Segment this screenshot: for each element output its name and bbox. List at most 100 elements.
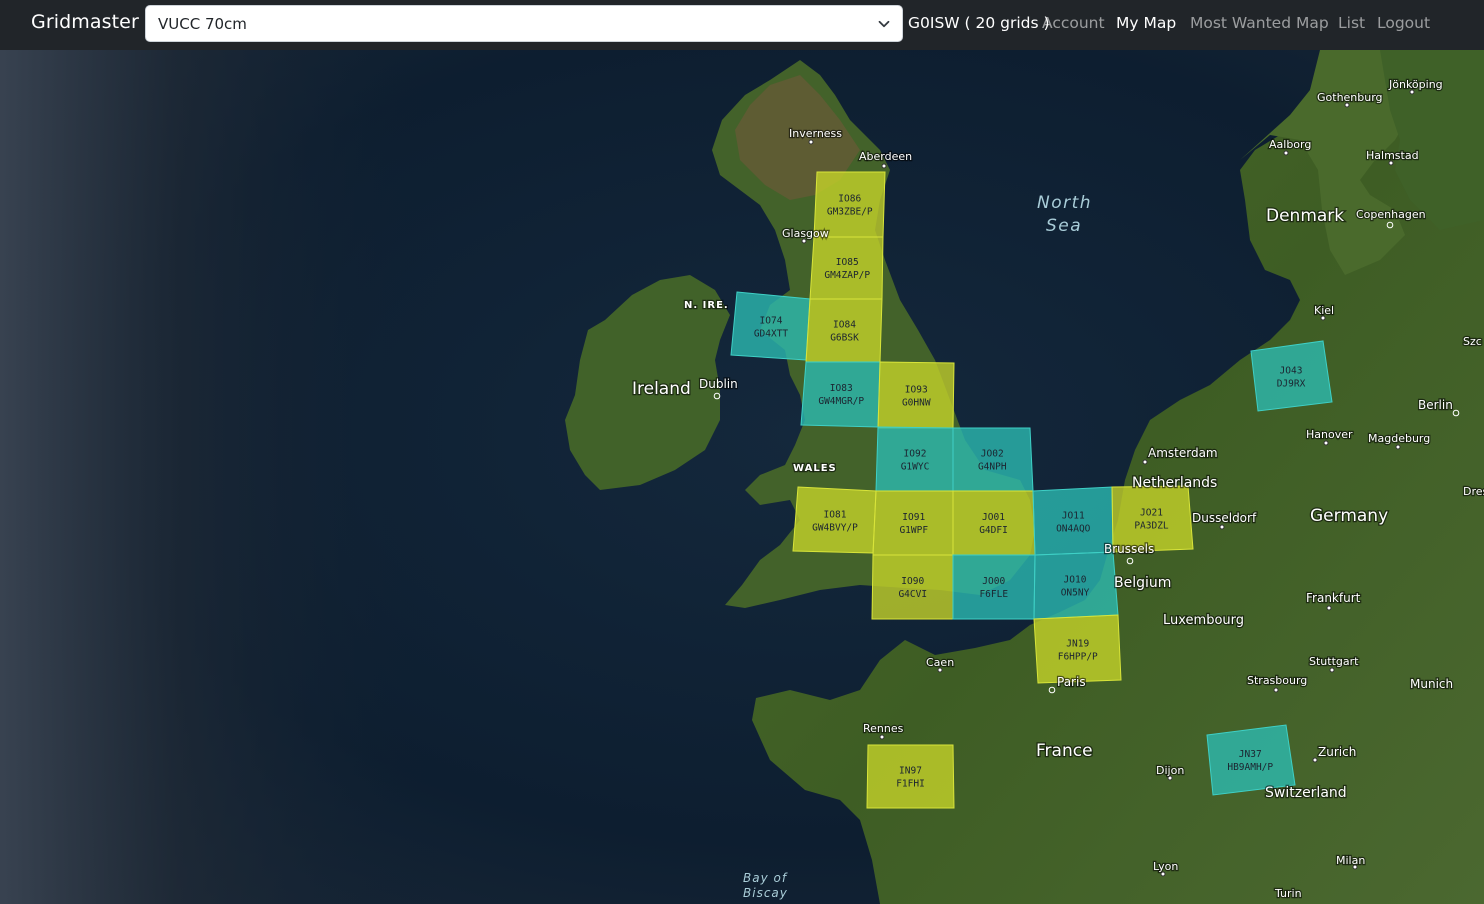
label-dijon: Dijon bbox=[1156, 764, 1184, 777]
label-strasbourg: Strasbourg bbox=[1247, 674, 1307, 687]
map-canvas[interactable]: IO86 GM3ZBE/P IO85 GM4ZAP/P IO74 GD4XTT IO84 G6… bbox=[0, 50, 1484, 904]
label-switzerland: Switzerland bbox=[1265, 785, 1347, 801]
grid-locator-label: JO00 bbox=[982, 576, 1005, 587]
grid-square-fill bbox=[866, 744, 955, 809]
label-lyon: Lyon bbox=[1153, 860, 1178, 873]
nav-link-list[interactable]: List bbox=[1338, 14, 1365, 32]
nav-link-my-map[interactable]: My Map bbox=[1116, 14, 1176, 32]
grid-square-jo10[interactable]: JO10 ON5NY bbox=[1033, 551, 1119, 620]
grid-callsign-label: ON5NY bbox=[1061, 587, 1090, 598]
grid-callsign-label: DJ9RX bbox=[1277, 378, 1306, 389]
grid-locator-label: JO11 bbox=[1062, 510, 1085, 521]
grid-callsign-label: F6FLE bbox=[979, 589, 1008, 600]
grid-square-fill bbox=[1033, 551, 1119, 620]
label-luxembourg: Luxembourg bbox=[1163, 613, 1244, 628]
grid-locator-label: IO92 bbox=[904, 448, 927, 459]
grid-square-in97[interactable]: IN97 F1FHI bbox=[866, 744, 955, 809]
grid-callsign-label: GW4BVY/P bbox=[812, 523, 858, 534]
label-frankfurt: Frankfurt bbox=[1306, 591, 1361, 605]
label-milan: Milan bbox=[1336, 854, 1365, 867]
grid-square-io83[interactable]: IO83 GW4MGR/P bbox=[800, 361, 881, 428]
label-szc: Szc bbox=[1463, 335, 1482, 348]
label-copenhagen: Copenhagen bbox=[1356, 208, 1426, 221]
grid-square-fill bbox=[952, 427, 1034, 492]
grid-callsign-label: G4NPH bbox=[978, 462, 1007, 473]
label-ireland: Ireland bbox=[632, 379, 691, 399]
grid-square-jo43[interactable]: JO43 DJ9RX bbox=[1250, 340, 1333, 412]
grid-callsign-label: PA3DZL bbox=[1134, 521, 1169, 532]
grid-callsign-label: G6BSK bbox=[830, 333, 859, 344]
grid-callsign-label: F6HPP/P bbox=[1058, 651, 1098, 662]
grid-locator-label: IO74 bbox=[760, 316, 783, 327]
grid-locator-label: JN19 bbox=[1066, 638, 1089, 649]
grid-square-jo11[interactable]: JO11 ON4AQO bbox=[1032, 486, 1114, 556]
grid-locator-label: IO86 bbox=[838, 194, 861, 205]
grid-callsign-label: G1WPF bbox=[899, 525, 928, 536]
grid-callsign-label: GM4ZAP/P bbox=[824, 270, 870, 281]
grid-square-jn19[interactable]: JN19 F6HPP/P bbox=[1033, 614, 1122, 684]
label-halmstad: Halmstad bbox=[1366, 149, 1419, 162]
grid-locator-label: IO83 bbox=[830, 383, 853, 394]
grid-square-fill bbox=[952, 554, 1036, 620]
grid-callsign-label: F1FHI bbox=[896, 779, 925, 790]
grid-square-jo01[interactable]: JO01 G4DFI bbox=[952, 490, 1036, 556]
label-glasgow: Glasgow bbox=[782, 227, 829, 240]
grid-locator-label: JN37 bbox=[1239, 749, 1262, 760]
label-jonkoping: Jönköping bbox=[1388, 78, 1443, 91]
label-bay-of: Bay of bbox=[743, 871, 788, 885]
grid-callsign-label: G4CVI bbox=[898, 589, 927, 600]
grid-locator-label: IO91 bbox=[902, 512, 925, 523]
grid-locator-label: IN97 bbox=[899, 766, 922, 777]
grid-square-io81[interactable]: IO81 GW4BVY/P bbox=[792, 486, 877, 554]
grid-square-fill bbox=[872, 490, 954, 556]
label-aberdeen: Aberdeen bbox=[859, 150, 912, 163]
grid-square-io93[interactable]: IO93 G0HNW bbox=[877, 361, 955, 429]
chevron-down-icon bbox=[878, 20, 890, 28]
label-amsterdam: Amsterdam bbox=[1148, 446, 1218, 460]
label-dublin: Dublin bbox=[699, 377, 738, 391]
grid-square-io84[interactable]: IO84 G6BSK bbox=[805, 298, 883, 363]
label-belgium: Belgium bbox=[1114, 575, 1171, 591]
nav-link-account[interactable]: Account bbox=[1042, 14, 1105, 32]
grid-callsign-label: G0HNW bbox=[902, 397, 931, 408]
label-kiel: Kiel bbox=[1314, 304, 1334, 317]
grid-square-jo00[interactable]: JO00 F6FLE bbox=[952, 554, 1036, 620]
label-stuttgart: Stuttgart bbox=[1309, 655, 1359, 668]
label-munich: Munich bbox=[1410, 677, 1453, 691]
grid-square-jo02[interactable]: JO02 G4NPH bbox=[952, 427, 1034, 492]
label-sea-north: North bbox=[1037, 193, 1092, 213]
grid-square-io92[interactable]: IO92 G1WYC bbox=[875, 426, 954, 492]
label-gothenburg: Gothenburg bbox=[1317, 91, 1383, 104]
grid-locator-label: JO43 bbox=[1280, 365, 1303, 376]
grid-locator-label: JO01 bbox=[982, 512, 1005, 523]
grid-callsign-label: GM3ZBE/P bbox=[827, 207, 873, 218]
brand-logo[interactable]: Gridmaster bbox=[31, 11, 139, 33]
label-brussels: Brussels bbox=[1104, 542, 1154, 556]
label-wales: WALES bbox=[793, 463, 837, 474]
award-select-value: VUCC 70cm bbox=[158, 15, 247, 33]
map-view[interactable]: IO86 GM3ZBE/P IO85 GM4ZAP/P IO74 GD4XTT IO84 G6… bbox=[0, 50, 1484, 904]
label-hanover: Hanover bbox=[1306, 428, 1353, 441]
label-france: France bbox=[1036, 741, 1093, 761]
grid-locator-label: IO90 bbox=[901, 576, 924, 587]
navbar: Gridmaster VUCC 70cm G0ISW ( 20 grids ) … bbox=[0, 0, 1484, 50]
label-biscay: Biscay bbox=[743, 886, 788, 900]
grid-square-fill bbox=[800, 361, 881, 428]
label-magdeburg: Magdeburg bbox=[1368, 432, 1430, 445]
nav-link-logout[interactable]: Logout bbox=[1377, 14, 1430, 32]
label-denmark: Denmark bbox=[1266, 206, 1344, 226]
nav-link-most-wanted-map[interactable]: Most Wanted Map bbox=[1190, 14, 1329, 32]
grid-square-io74[interactable]: IO74 GD4XTT bbox=[730, 291, 811, 361]
label-turin: Turin bbox=[1274, 887, 1302, 900]
grid-locator-label: JO02 bbox=[981, 449, 1004, 460]
callsign-info: G0ISW ( 20 grids ) bbox=[908, 14, 1050, 32]
label-zurich: Zurich bbox=[1318, 745, 1356, 759]
grid-square-io91[interactable]: IO91 G1WPF bbox=[872, 490, 954, 556]
grid-locator-label: IO85 bbox=[836, 257, 859, 268]
grid-square-io90[interactable]: IO90 G4CVI bbox=[871, 554, 954, 620]
grid-square-io85[interactable]: IO85 GM4ZAP/P bbox=[809, 236, 884, 300]
grid-square-fill bbox=[805, 298, 883, 363]
grid-callsign-label: HB9AMH/P bbox=[1227, 762, 1273, 773]
award-select[interactable]: VUCC 70cm bbox=[145, 5, 903, 42]
grid-callsign-label: ON4AQO bbox=[1056, 523, 1091, 534]
